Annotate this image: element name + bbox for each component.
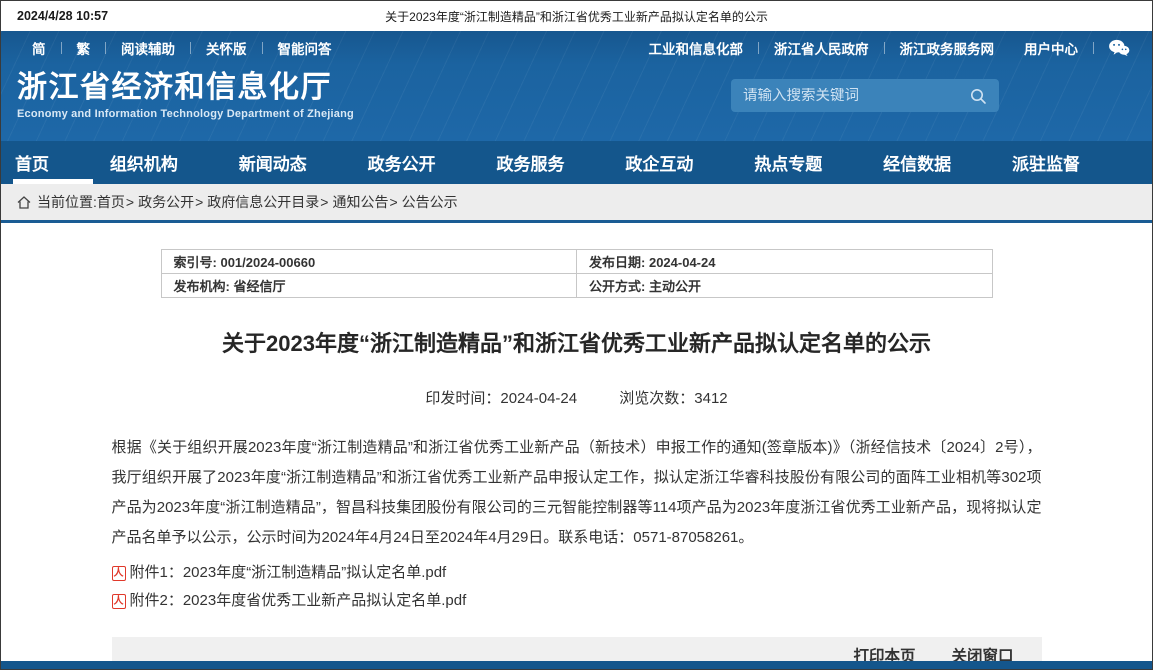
attachments: 人 附件1： 2023年度“浙江制造精品”拟认定名单.pdf 人 附件2： 20… — [112, 559, 1042, 615]
nav-item-gov-enterprise[interactable]: 政企互动 — [625, 141, 693, 184]
link-traditional[interactable]: 繁 — [62, 38, 106, 58]
breadcrumb-separator: > — [389, 194, 397, 210]
doc-method-cell: 公开方式: 主动公开 — [577, 274, 993, 298]
pdf-icon: 人 — [112, 566, 126, 581]
print-header: 2024/4/28 10:57 关于2023年度“浙江制造精品”和浙江省优秀工业… — [1, 1, 1152, 31]
doc-date-value: 2024-04-24 — [649, 255, 716, 270]
magnifier-icon — [969, 87, 987, 105]
print-timestamp: 2024/4/28 10:57 — [17, 9, 108, 23]
search-box — [731, 79, 999, 112]
crumb-home[interactable]: 首页 — [97, 192, 125, 212]
article-body: 根据《关于组织开展2023年度“浙江制造精品”和浙江省优秀工业新产品（新技术）申… — [112, 433, 1042, 553]
article-content: 索引号: 001/2024-00660 发布日期: 2024-04-24 发布机… — [112, 223, 1042, 670]
nav-item-home[interactable]: 首页 — [15, 141, 49, 184]
doc-org-value: 省经信厅 — [233, 279, 285, 294]
table-row: 发布机构: 省经信厅 公开方式: 主动公开 — [161, 274, 992, 298]
link-simplified[interactable]: 简 — [17, 38, 61, 58]
wechat-icon[interactable] — [1108, 39, 1130, 57]
print-time-label: 印发时间： — [425, 390, 500, 407]
link-smart-qa[interactable]: 智能问答 — [263, 38, 347, 58]
nav-item-data[interactable]: 经信数据 — [883, 141, 951, 184]
topbar-left-links: 简 繁 阅读辅助 关怀版 智能问答 — [17, 38, 347, 58]
view-count: 浏览次数：3412 — [619, 390, 727, 407]
doc-date-label: 发布日期: — [589, 255, 645, 270]
crumb-announcements[interactable]: 公告公示 — [402, 192, 458, 212]
topbar-right-links: 工业和信息化部 浙江省人民政府 浙江政务服务网 用户中心 — [634, 38, 1131, 58]
attachment-link-1[interactable]: 人 附件1： 2023年度“浙江制造精品”拟认定名单.pdf — [112, 559, 1042, 587]
view-count-label: 浏览次数： — [619, 390, 694, 407]
crumb-info-directory[interactable]: 政府信息公开目录 — [207, 192, 319, 212]
article-meta: 印发时间：2024-04-24 浏览次数：3412 — [112, 387, 1042, 408]
print-time-value: 2024-04-24 — [500, 390, 577, 407]
pdf-icon: 人 — [112, 594, 126, 609]
doc-index-cell: 索引号: 001/2024-00660 — [161, 250, 577, 274]
table-row: 索引号: 001/2024-00660 发布日期: 2024-04-24 — [161, 250, 992, 274]
print-page-title: 关于2023年度“浙江制造精品”和浙江省优秀工业新产品拟认定名单的公示 — [385, 8, 768, 25]
doc-method-label: 公开方式: — [589, 279, 645, 294]
link-zj-service[interactable]: 浙江政务服务网 — [885, 38, 1010, 58]
footer-strip — [1, 661, 1152, 669]
link-zj-gov[interactable]: 浙江省人民政府 — [759, 38, 884, 58]
search-button[interactable] — [969, 87, 987, 105]
browser-page: 2024/4/28 10:57 关于2023年度“浙江制造精品”和浙江省优秀工业… — [0, 0, 1153, 670]
search-input[interactable] — [743, 88, 969, 104]
link-miit[interactable]: 工业和信息化部 — [634, 38, 759, 58]
nav-item-supervision[interactable]: 派驻监督 — [1012, 141, 1080, 184]
breadcrumb-prefix: 当前位置: — [37, 192, 97, 212]
link-care-version[interactable]: 关怀版 — [191, 38, 262, 58]
nav-item-gov-disclosure[interactable]: 政务公开 — [368, 141, 436, 184]
nav-item-hot-topics[interactable]: 热点专题 — [754, 141, 822, 184]
attachment-name: 2023年度“浙江制造精品”拟认定名单.pdf — [183, 559, 446, 587]
site-name-english: Economy and Information Technology Depar… — [17, 108, 354, 120]
link-reading-aid[interactable]: 阅读辅助 — [106, 38, 190, 58]
doc-index-value: 001/2024-00660 — [220, 255, 315, 270]
crumb-gov-disclosure[interactable]: 政务公开 — [138, 192, 194, 212]
breadcrumb-separator: > — [126, 194, 134, 210]
topbar: 简 繁 阅读辅助 关怀版 智能问答 工业和信息化部 浙江省人民政府 浙江政务服务… — [1, 31, 1152, 65]
attachment-label: 附件2： — [130, 587, 183, 615]
main-nav: 首页 组织机构 新闻动态 政务公开 政务服务 政企互动 热点专题 经信数据 派驻… — [1, 141, 1152, 184]
doc-method-value: 主动公开 — [649, 279, 701, 294]
attachment-name: 2023年度省优秀工业新产品拟认定名单.pdf — [183, 587, 466, 615]
attachment-link-2[interactable]: 人 附件2： 2023年度省优秀工业新产品拟认定名单.pdf — [112, 587, 1042, 615]
doc-info-table: 索引号: 001/2024-00660 发布日期: 2024-04-24 发布机… — [161, 249, 993, 298]
attachment-label: 附件1： — [130, 559, 183, 587]
home-icon — [17, 196, 31, 209]
doc-index-label: 索引号: — [174, 255, 217, 270]
view-count-value: 3412 — [694, 390, 727, 407]
breadcrumb-separator: > — [195, 194, 203, 210]
doc-date-cell: 发布日期: 2024-04-24 — [577, 250, 993, 274]
page-title: 关于2023年度“浙江制造精品”和浙江省优秀工业新产品拟认定名单的公示 — [112, 330, 1042, 358]
crumb-notices[interactable]: 通知公告 — [332, 192, 388, 212]
doc-org-cell: 发布机构: 省经信厅 — [161, 274, 577, 298]
nav-item-news[interactable]: 新闻动态 — [239, 141, 307, 184]
breadcrumb: 当前位置:首页> 政务公开> 政府信息公开目录> 通知公告> 公告公示 — [1, 184, 1152, 223]
doc-org-label: 发布机构: — [174, 279, 230, 294]
nav-item-organization[interactable]: 组织机构 — [110, 141, 178, 184]
site-header: 简 繁 阅读辅助 关怀版 智能问答 工业和信息化部 浙江省人民政府 浙江政务服务… — [1, 31, 1152, 141]
brand: 浙江省经济和信息化厅 Economy and Information Techn… — [17, 71, 354, 120]
link-user-center[interactable]: 用户中心 — [1009, 38, 1093, 58]
print-time: 印发时间：2024-04-24 — [425, 390, 577, 407]
brand-row: 浙江省经济和信息化厅 Economy and Information Techn… — [1, 65, 1152, 120]
nav-item-gov-services[interactable]: 政务服务 — [497, 141, 565, 184]
divider — [1093, 42, 1094, 54]
site-name: 浙江省经济和信息化厅 — [17, 71, 354, 105]
breadcrumb-separator: > — [320, 194, 328, 210]
